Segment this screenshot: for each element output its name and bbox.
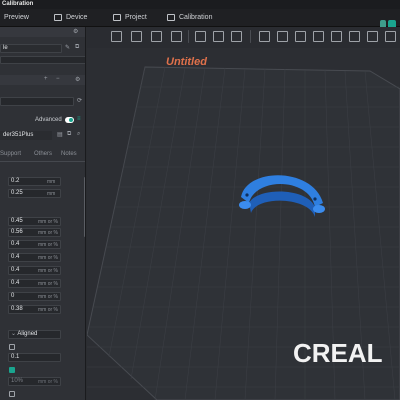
filament-label: le <box>3 45 8 51</box>
process-select[interactable] <box>0 97 74 106</box>
copy-icon[interactable]: ⧉ <box>75 44 79 51</box>
remove-icon[interactable]: − <box>56 76 60 82</box>
unit-label: mm or % <box>38 268 58 274</box>
field-value: 0.4 <box>11 254 20 260</box>
tab-label: Device <box>66 14 88 21</box>
field-value: 10% <box>11 378 24 384</box>
tab-calibration[interactable]: Calibration <box>167 14 212 21</box>
unit-label: mm or % <box>38 307 58 313</box>
filament-select[interactable]: le <box>0 44 62 53</box>
filament-color-field[interactable] <box>0 56 85 64</box>
panel-scrollbar[interactable] <box>84 177 85 237</box>
copy-profile-icon[interactable]: ⧉ <box>67 131 71 138</box>
add-icon[interactable]: + <box>44 76 48 82</box>
window-title: Calibration <box>2 1 34 7</box>
unit-label: mm <box>47 191 56 197</box>
unit-label: mm or % <box>38 255 58 261</box>
settings-panel: ⚙ le ✎ ⧉ + − ⚙ ⟳ Advanced ≡ der351Plus ▤… <box>0 27 86 400</box>
unit-label: mm <box>47 179 56 185</box>
printer-select[interactable]: der351Plus <box>0 131 52 140</box>
3d-viewport[interactable]: Untitled CREAL <box>87 27 400 400</box>
field-value: 0.38 <box>11 306 23 312</box>
unit-label: mm or % <box>38 294 58 300</box>
settings-icon[interactable]: ⚙ <box>75 76 80 83</box>
role-based-wipe-checkbox[interactable] <box>9 367 15 373</box>
unit-label: mm or % <box>38 219 58 225</box>
build-plate-scene[interactable]: Untitled CREAL <box>87 27 400 400</box>
printer-name: der351Plus <box>3 132 34 138</box>
calibration-icon <box>167 14 175 21</box>
tab-device[interactable]: Device <box>54 14 87 21</box>
field-value: 0.1 <box>11 354 20 360</box>
folder-icon[interactable]: ▤ <box>57 131 63 138</box>
tab-preview[interactable]: Preview <box>4 14 29 21</box>
unit-label: mm or % <box>38 379 58 385</box>
unit-label: mm or % <box>38 281 58 287</box>
device-icon <box>54 14 62 21</box>
field-value: 0.25 <box>11 190 23 196</box>
option-checkbox[interactable] <box>9 391 15 397</box>
wipe-distance-field[interactable]: 0.1 <box>8 353 61 362</box>
field-value: 0.4 <box>11 280 20 286</box>
seam-option: Aligned <box>17 331 38 337</box>
bed-brand-logo: CREAL <box>293 338 383 368</box>
tab-label: Calibration <box>179 14 213 21</box>
subtab-others[interactable]: Others <box>34 151 52 157</box>
field-value: 0.45 <box>11 218 23 224</box>
slicer-app: Calibration Preview Device Project Calib… <box>0 0 400 400</box>
compare-icon[interactable]: ⟳ <box>77 97 82 104</box>
settings-gear-icon[interactable]: ⚙ <box>73 28 78 35</box>
tab-project[interactable]: Project <box>113 14 147 21</box>
field-value: 0.4 <box>11 241 20 247</box>
field-value: 0.56 <box>11 229 23 235</box>
divider <box>0 161 85 162</box>
seam-gap-checkbox[interactable] <box>9 344 15 350</box>
plate-name-label[interactable]: Untitled <box>166 56 207 68</box>
tab-label: Project <box>125 14 147 21</box>
seam-position-select[interactable]: ⌄ Aligned <box>8 330 61 339</box>
search-icon[interactable]: ⌕ <box>77 131 80 138</box>
field-value: 0.4 <box>11 267 20 273</box>
subtab-notes[interactable]: Notes <box>61 151 77 157</box>
window-titlebar: Calibration <box>0 0 400 9</box>
advanced-toggle[interactable] <box>65 117 74 123</box>
advanced-label: Advanced <box>35 117 62 123</box>
section-bar <box>0 75 85 85</box>
subtab-support[interactable]: Support <box>0 151 21 157</box>
edit-icon[interactable]: ✎ <box>65 44 70 51</box>
field-value: 0.2 <box>11 178 20 184</box>
main-tabbar: Preview Device Project Calibration <box>0 9 400 31</box>
layers-icon[interactable]: ≡ <box>77 116 81 122</box>
tab-label: Preview <box>4 14 29 21</box>
project-icon <box>113 14 121 21</box>
field-value: 0 <box>11 293 15 299</box>
unit-label: mm or % <box>38 230 58 236</box>
unit-label: mm or % <box>38 242 58 248</box>
